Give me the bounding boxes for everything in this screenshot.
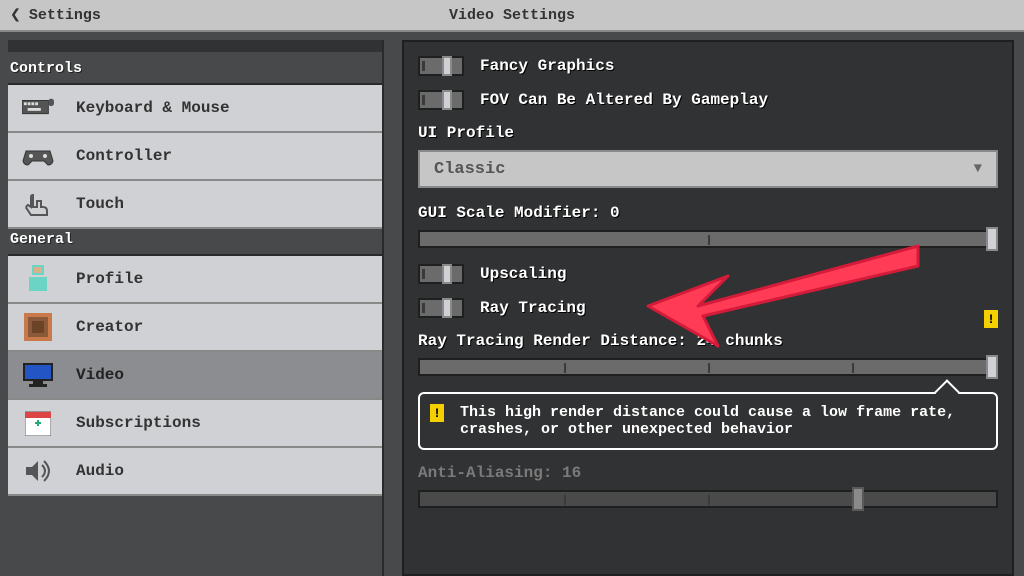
speaker-icon [22,457,54,485]
sidebar-item-label: Profile [76,270,143,288]
sidebar-item-controller[interactable]: Controller [8,133,382,181]
touch-icon [22,190,54,218]
sidebar-item-profile[interactable]: Profile [8,256,382,304]
sidebar-item-subscriptions[interactable]: Subscriptions [8,400,382,448]
toggle-label: Ray Tracing [480,299,586,317]
sidebar-item-label: Controller [76,147,172,165]
calendar-plus-icon [22,409,54,437]
sidebar-item-touch[interactable]: Touch [8,181,382,229]
gui-scale-label: GUI Scale Modifier: 0 [418,204,998,222]
anti-aliasing-label: Anti-Aliasing: 16 [418,464,998,482]
sidebar-item-label: Video [76,366,124,384]
rt-distance-slider[interactable] [418,358,998,376]
sidebar-scroll-track[interactable] [8,40,382,52]
chevron-left-icon: ❮ [10,4,21,26]
toggle-label: FOV Can Be Altered By Gameplay [480,91,768,109]
section-general: General [8,229,382,256]
toggle-fov-gameplay[interactable] [418,90,464,110]
toggle-label: Upscaling [480,265,566,283]
back-label: Settings [29,7,101,24]
toggle-fancy-graphics[interactable] [418,56,464,76]
anti-aliasing-slider [418,490,998,508]
rt-distance-label: Ray Tracing Render Distance: 24 chunks [418,332,998,350]
sidebar-item-label: Audio [76,462,124,480]
gamepad-icon [22,142,54,170]
toggle-label: Fancy Graphics [480,57,614,75]
sidebar-item-label: Touch [76,195,124,213]
sidebar-item-label: Subscriptions [76,414,201,432]
sidebar: Controls Keyboard & Mouse Controller Tou… [0,32,392,576]
toggle-ray-tracing[interactable] [418,298,464,318]
sidebar-item-video[interactable]: Video [8,352,382,400]
back-button[interactable]: ❮ Settings [0,4,111,26]
warning-icon: ! [430,404,444,422]
ui-profile-dropdown[interactable]: Classic ▼ [418,150,998,188]
sidebar-item-label: Creator [76,318,143,336]
warning-tooltip: ! This high render distance could cause … [418,392,998,450]
sidebar-item-creator[interactable]: Creator [8,304,382,352]
sidebar-item-keyboard-mouse[interactable]: Keyboard & Mouse [8,85,382,133]
header-bar: ❮ Settings Video Settings [0,0,1024,32]
section-controls: Controls [8,58,382,85]
chevron-down-icon: ▼ [974,161,982,177]
warning-icon: ! [984,310,998,328]
dropdown-value: Classic [434,160,505,179]
sidebar-item-audio[interactable]: Audio [8,448,382,496]
profile-icon [22,265,54,293]
gui-scale-slider[interactable] [418,230,998,248]
sidebar-item-label: Keyboard & Mouse [76,99,230,117]
keyboard-icon [22,94,54,122]
warning-text: This high render distance could cause a … [460,404,955,438]
toggle-upscaling[interactable] [418,264,464,284]
creator-icon [22,313,54,341]
ui-profile-label: UI Profile [418,124,998,142]
monitor-icon [22,361,54,389]
page-title: Video Settings [449,7,575,24]
settings-panel: Fancy Graphics FOV Can Be Altered By Gam… [402,40,1014,576]
